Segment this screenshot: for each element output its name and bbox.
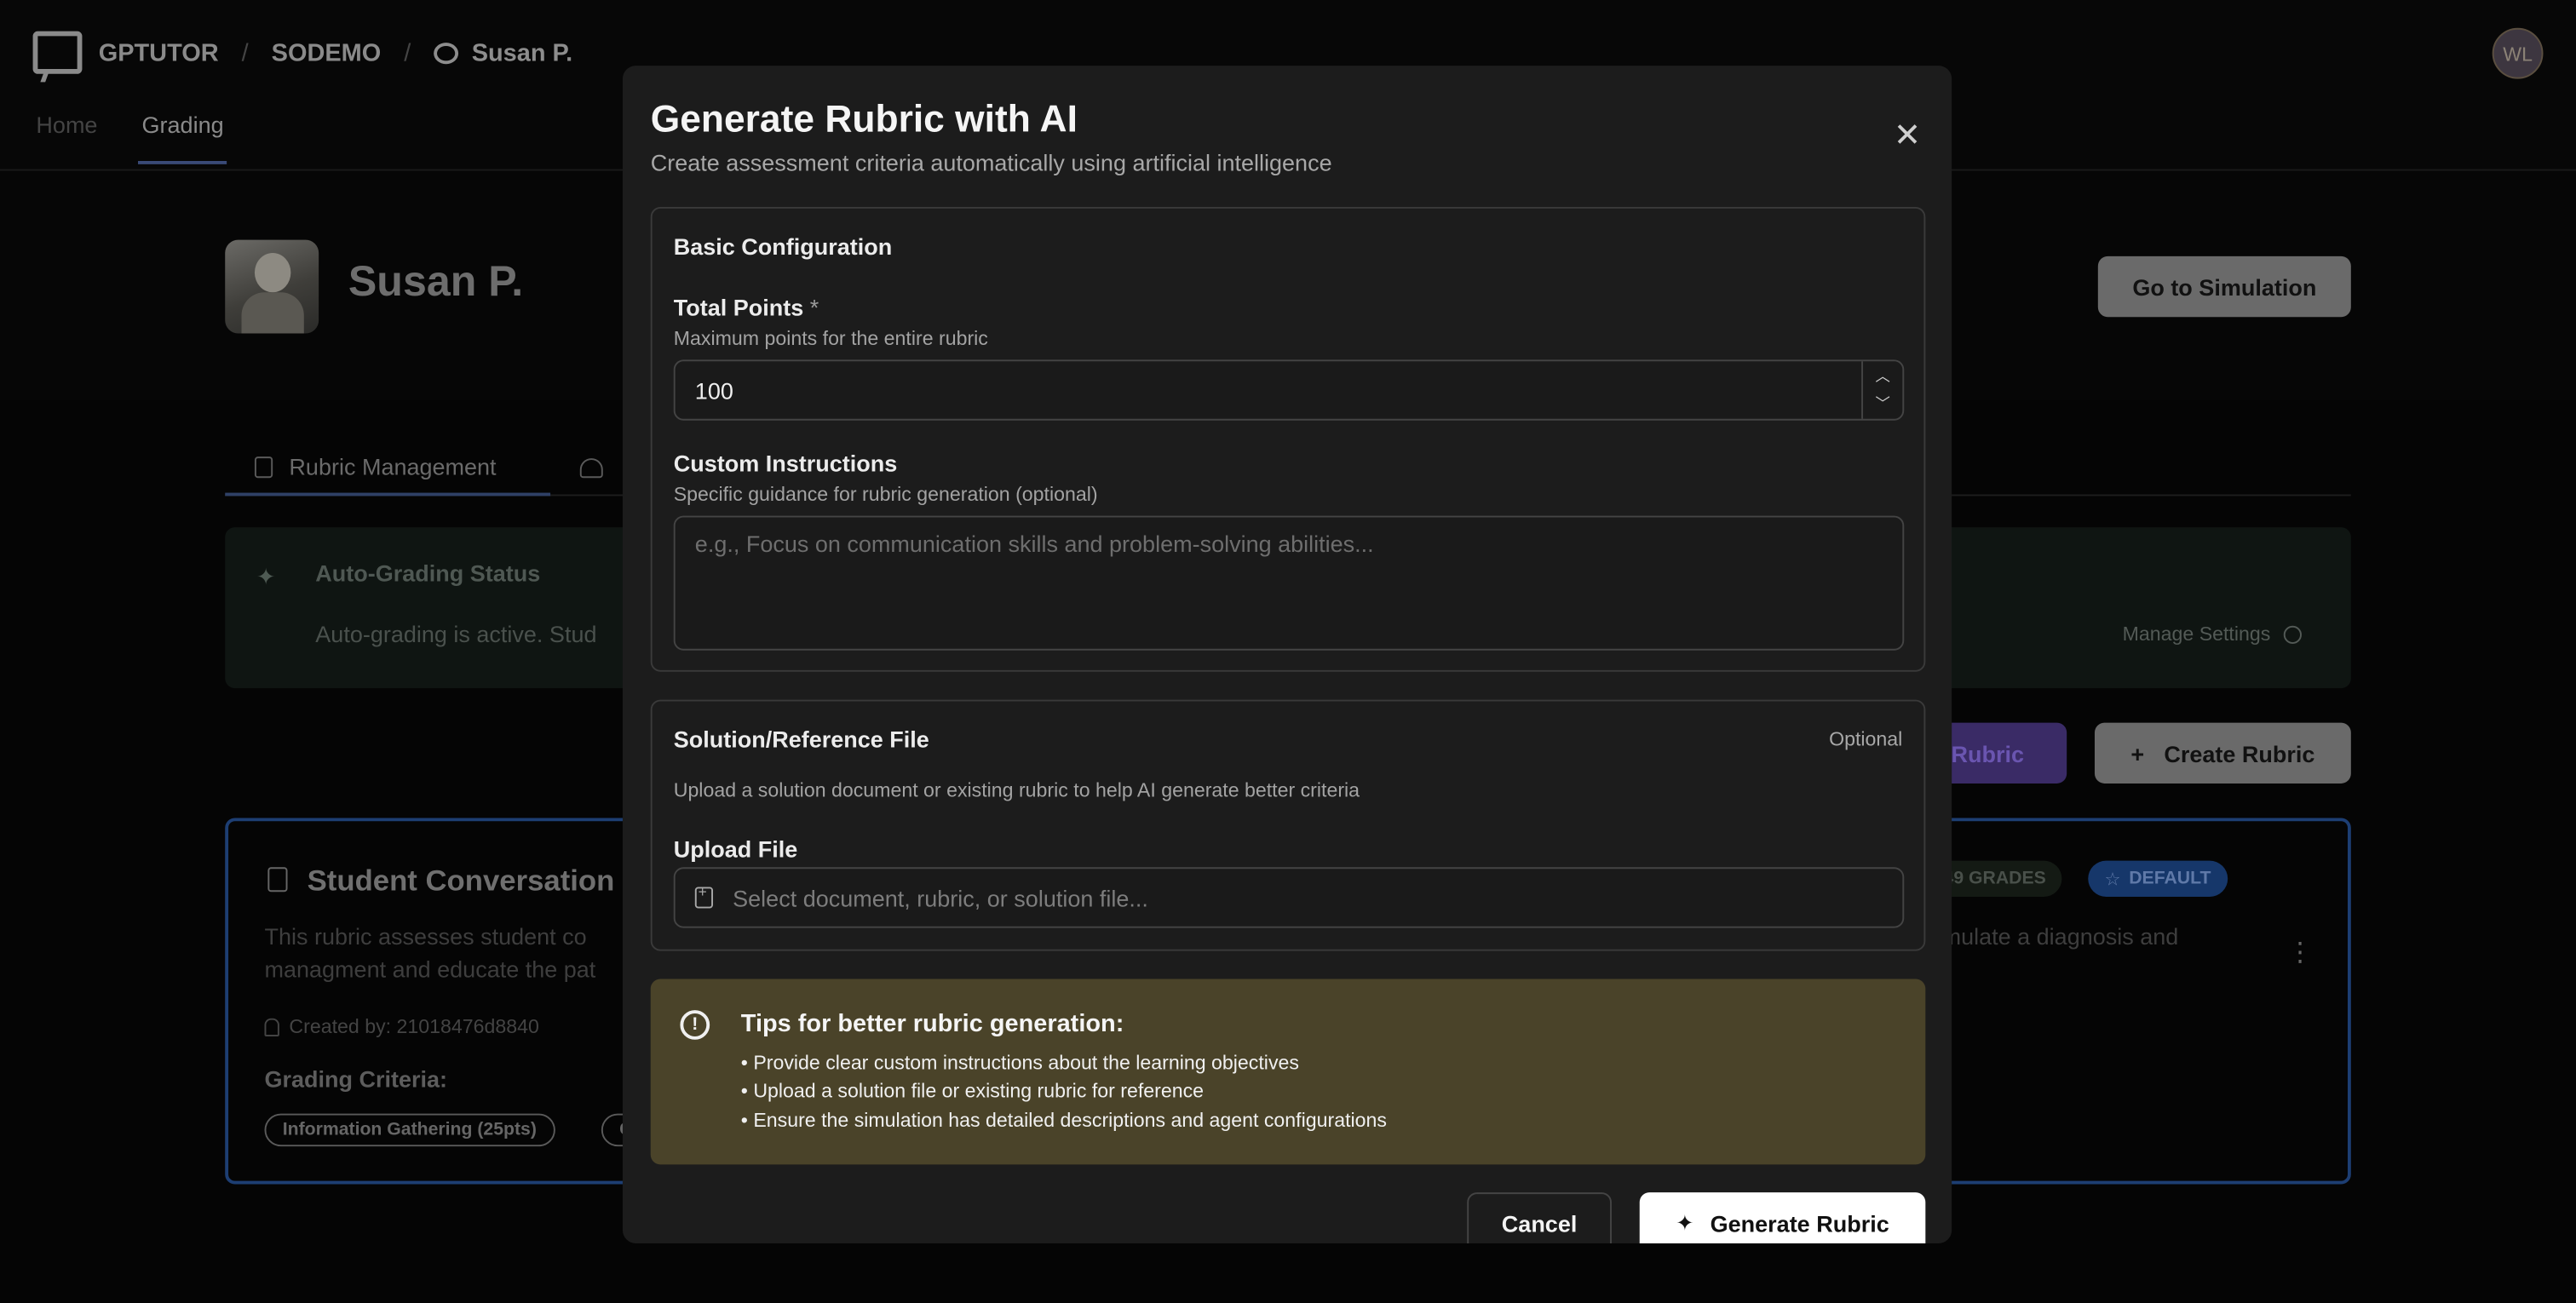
tips-title: Tips for better rubric generation:: [740, 1010, 1124, 1038]
nav-home[interactable]: Home: [36, 112, 97, 164]
user-icon: [264, 1017, 279, 1036]
message-icon: [434, 42, 459, 64]
breadcrumb-user[interactable]: Susan P.: [434, 38, 572, 66]
page: GPTUTOR / SODEMO / Susan P. Home Grading…: [0, 0, 2576, 1303]
total-points-label: Total Points *: [674, 294, 819, 320]
generate-rubric-button[interactable]: ✦ Generate Rubric: [1639, 1192, 1926, 1243]
create-rubric-label: Create Rubric: [2164, 739, 2315, 766]
breadcrumb: GPTUTOR / SODEMO / Susan P.: [32, 30, 572, 76]
manage-settings-button[interactable]: Manage Settings: [2123, 623, 2302, 646]
generate-rubric-label: Generate Rubric: [1710, 1210, 1889, 1237]
chat-logo-icon: [32, 31, 83, 74]
custom-instructions-help: Specific guidance for rubric generation …: [673, 483, 1098, 507]
total-points-field[interactable]: [675, 361, 1862, 419]
profile-photo: [225, 239, 319, 334]
more-options-icon[interactable]: ⋮: [2287, 936, 2314, 969]
reference-file-help: Upload a solution document or existing r…: [673, 778, 1360, 802]
breadcrumb-separator: /: [404, 38, 411, 67]
reference-file-title: Solution/Reference File: [673, 726, 929, 753]
generate-rubric-dialog: Generate Rubric with AI Create assessmen…: [622, 66, 1952, 1243]
tip-item: • Provide clear custom instructions abou…: [740, 1051, 1299, 1075]
cancel-button[interactable]: Cancel: [1467, 1192, 1612, 1243]
clipboard-icon: [267, 867, 288, 893]
tab-rubric-management[interactable]: Rubric Management: [225, 440, 551, 497]
file-upload-input[interactable]: Select document, rubric, or solution fil…: [673, 867, 1905, 928]
chevron-up-icon[interactable]: ︿: [1863, 361, 1902, 389]
total-points-label-text: Total Points: [673, 294, 804, 321]
brand-name[interactable]: GPTUTOR: [99, 38, 219, 66]
reference-file-section: Solution/Reference File Optional Upload …: [650, 699, 1926, 951]
users-icon: [579, 458, 603, 479]
plus-icon: +: [2130, 739, 2145, 766]
breadcrumb-separator: /: [241, 38, 249, 67]
rubric-title: Student Conversation: [307, 864, 615, 898]
dialog-title: Generate Rubric with AI: [650, 96, 1078, 140]
optional-tag: Optional: [1829, 727, 1903, 751]
basic-configuration-title: Basic Configuration: [673, 232, 893, 260]
breadcrumb-user-label: Susan P.: [471, 38, 573, 67]
custom-instructions-box[interactable]: [673, 515, 1905, 651]
created-by-text: Created by: 21018476d8840: [289, 1014, 539, 1038]
org-name[interactable]: SODEMO: [272, 38, 382, 66]
alert-circle-icon: !: [680, 1010, 710, 1040]
nav-grading[interactable]: Grading: [138, 112, 227, 164]
tip-item: • Upload a solution file or existing rub…: [740, 1079, 1205, 1103]
dialog-subtitle: Create assessment criteria automatically…: [650, 149, 1332, 176]
tips-panel: ! Tips for better rubric generation: • P…: [650, 979, 1926, 1165]
gear-icon: [2283, 624, 2302, 644]
create-rubric-button[interactable]: + Create Rubric: [2094, 722, 2351, 784]
user-avatar[interactable]: WL: [2492, 27, 2544, 79]
custom-instructions-label: Custom Instructions: [673, 450, 898, 477]
file-upload-placeholder: Select document, rubric, or solution fil…: [733, 884, 1148, 911]
total-points-stepper[interactable]: ︿ ﹀: [1861, 361, 1902, 419]
custom-instructions-input[interactable]: [675, 517, 1903, 649]
file-plus-icon: [694, 884, 714, 909]
tip-item: • Ensure the simulation has detailed des…: [740, 1108, 1387, 1132]
rubric-description-right: mulate a diagnosis and: [1941, 922, 2179, 950]
sparkles-icon: ✦: [1676, 1210, 1694, 1236]
sparkles-icon: ✦: [256, 563, 276, 590]
rubric-created-by: Created by: 21018476d8840: [264, 1014, 539, 1038]
total-points-help: Maximum points for the entire rubric: [673, 326, 988, 350]
criteria-chip: Information Gathering (25pts): [264, 1113, 555, 1147]
rubric-description-line2: managment and educate the pat: [264, 956, 596, 983]
tab-rubric-management-label: Rubric Management: [289, 453, 497, 480]
clipboard-icon: [254, 456, 273, 478]
star-icon: ☆: [2104, 870, 2121, 890]
profile-name: Susan P.: [348, 255, 524, 306]
close-icon[interactable]: ✕: [1891, 120, 1924, 153]
grading-criteria-label: Grading Criteria:: [264, 1065, 448, 1093]
main-nav: Home Grading: [36, 112, 227, 164]
default-badge-label: DEFAULT: [2129, 869, 2211, 889]
manage-settings-label: Manage Settings: [2122, 622, 2271, 646]
total-points-input[interactable]: ︿ ﹀: [673, 359, 1905, 421]
rubric-description: This rubric assesses student co: [264, 922, 587, 950]
auto-grading-text: Auto-grading is active. Stud: [315, 621, 597, 647]
upload-file-label: Upload File: [673, 835, 798, 863]
required-mark: *: [809, 294, 819, 321]
chevron-down-icon[interactable]: ﹀: [1863, 389, 1902, 417]
basic-configuration-section: Basic Configuration Total Points * Maxim…: [650, 207, 1926, 672]
tab-students[interactable]: [550, 440, 632, 497]
default-badge: ☆ DEFAULT: [2088, 860, 2228, 898]
go-to-simulation-button[interactable]: Go to Simulation: [2097, 255, 2351, 318]
auto-grading-title: Auto-Grading Status: [315, 560, 541, 587]
